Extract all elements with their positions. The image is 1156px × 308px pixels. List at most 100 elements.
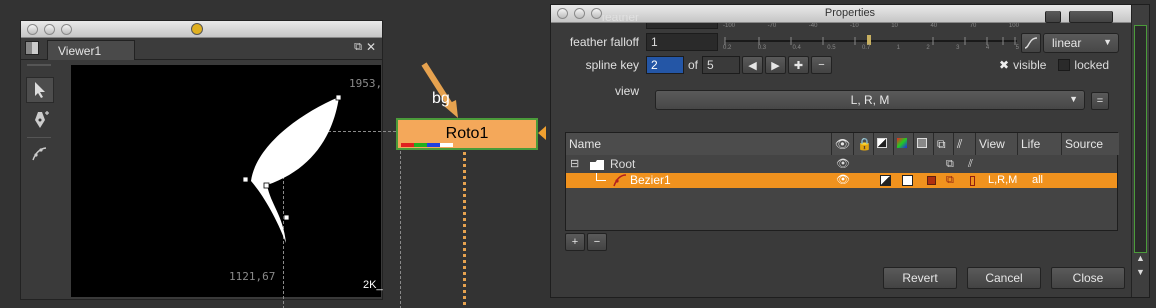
pen-nib-icon — [35, 111, 49, 128]
row-view: L,R,M — [988, 174, 1018, 186]
node-input-label: bg — [432, 90, 450, 107]
tab-viewer1-label: Viewer1 — [58, 44, 102, 58]
next-key-button[interactable]: ▶ — [765, 56, 787, 74]
spline-key-field[interactable]: 2 — [646, 56, 684, 74]
pen-tool-button[interactable] — [26, 107, 54, 133]
column-header-invert[interactable] — [874, 133, 894, 155]
delete-key-icon: − — [818, 59, 825, 71]
cancel-label: Cancel — [985, 271, 1023, 285]
add-shape-button[interactable]: + — [565, 233, 585, 251]
close-button[interactable]: Close — [1051, 267, 1125, 289]
cancel-button[interactable]: Cancel — [967, 267, 1041, 289]
tick-bottom: 3 — [956, 45, 960, 51]
viewer-canvas[interactable]: 1953, 1121,67 2K_ — [71, 65, 401, 308]
prev-key-icon: ◀ — [748, 59, 757, 72]
row-name: Root — [610, 157, 636, 171]
brush-tool-button[interactable] — [26, 141, 54, 167]
radiation-icon — [191, 23, 203, 35]
shapes-table[interactable]: Name 👁 🔒 ⧉ ⫽ View Life Source ⊟ Root 👁 ⧉… — [565, 132, 1119, 231]
feather-falloff-row: feather falloff 1 — [551, 33, 718, 51]
column-header-lock[interactable]: 🔒 — [854, 133, 874, 155]
close-pane-icon[interactable]: ✕ — [366, 40, 376, 54]
tree-collapse-icon[interactable]: ⊟ — [570, 157, 579, 172]
invert-icon — [877, 138, 887, 148]
column-header-source[interactable]: Source — [1062, 133, 1119, 155]
invert-toggle[interactable] — [880, 175, 891, 186]
scroll-down-icon[interactable]: ▼ — [1136, 267, 1145, 277]
motion-blur-icon[interactable]: ⫽ — [968, 157, 973, 172]
close-window-button[interactable] — [27, 24, 38, 35]
column-header-motionblur[interactable]: ⫽ — [954, 133, 976, 155]
tick-bottom: 1 — [896, 45, 901, 51]
column-header-life[interactable]: Life — [1018, 133, 1062, 155]
viewer-toolbar — [21, 61, 57, 299]
tick-bottom: 0.4 — [792, 45, 801, 51]
tick-bottom: 2 — [926, 45, 930, 51]
content-menu-icon[interactable] — [25, 41, 39, 55]
column-header-overlay[interactable] — [914, 133, 934, 155]
viewer-titlebar — [21, 21, 382, 38]
folder-icon — [590, 160, 604, 170]
blend-icon[interactable]: ⧉ — [946, 157, 954, 172]
column-header-name[interactable]: Name — [566, 133, 832, 155]
column-header-view[interactable]: View — [976, 133, 1018, 155]
color-swatch[interactable] — [902, 175, 913, 186]
bezier-icon — [613, 174, 627, 187]
row-life: all — [1032, 174, 1044, 186]
falloff-type-value: linear — [1052, 36, 1082, 50]
falloff-type-dropdown[interactable]: linear ▼ — [1043, 33, 1119, 53]
spline-key-label: spline key — [585, 58, 639, 72]
blend-icon[interactable]: ⧉ — [946, 173, 954, 188]
column-source-label: Source — [1065, 137, 1104, 151]
add-key-button[interactable]: ✚ — [788, 56, 810, 74]
properties-scrollbar[interactable]: ▲ ▼ — [1131, 5, 1149, 297]
feather-falloff-field[interactable]: 1 — [646, 33, 718, 51]
tab-viewer1[interactable]: Viewer1 — [47, 40, 135, 60]
table-row[interactable]: ⊟ Root 👁 ⧉ ⫽ — [566, 157, 1117, 172]
delete-key-button[interactable]: − — [811, 56, 833, 74]
eye-icon: 👁 — [835, 137, 851, 151]
column-header-color[interactable] — [894, 133, 914, 155]
equals-label: = — [1096, 95, 1104, 107]
view-dropdown[interactable]: L, R, M ▼ — [655, 90, 1085, 110]
column-life-label: Life — [1021, 137, 1041, 151]
overlay-icon — [917, 138, 927, 148]
spline-key-value: 2 — [651, 58, 658, 72]
bezier-shape[interactable] — [71, 65, 381, 297]
remove-shape-button[interactable]: − — [587, 233, 607, 251]
slider-ticks-top: -100 -70 -40 -10 10 40 70 100 — [723, 23, 1019, 31]
of-label: of — [688, 58, 699, 72]
spline-key-total-field: 5 — [702, 56, 741, 74]
roto1-node[interactable]: Roto1 — [396, 118, 538, 150]
output-wire — [463, 152, 466, 308]
mode-dropdown[interactable] — [1069, 11, 1113, 23]
column-header-visible[interactable]: 👁 — [832, 133, 854, 155]
motion-blur-icon: ⫽ — [957, 137, 963, 151]
select-tool-button[interactable] — [26, 77, 54, 103]
column-header-blend[interactable]: ⧉ — [934, 133, 954, 155]
mask-input-arrow[interactable] — [538, 126, 546, 140]
prev-key-button[interactable]: ◀ — [742, 56, 764, 74]
scrollbar-track[interactable] — [1134, 25, 1147, 253]
tick-top: -100 — [723, 23, 736, 29]
tick-top: -40 — [808, 23, 818, 29]
roto1-node-label: Roto1 — [445, 125, 489, 142]
minimize-window-button[interactable] — [44, 24, 55, 35]
properties-window: Properties feather feather falloff 1 -10… — [550, 4, 1150, 298]
zoom-window-button[interactable] — [61, 24, 72, 35]
locked-checkbox[interactable] — [1058, 59, 1071, 71]
view-equals-button[interactable]: = — [1091, 92, 1109, 110]
eye-icon[interactable]: 👁 — [836, 157, 850, 172]
overlay-swatch[interactable] — [927, 176, 936, 185]
motion-blur-toggle[interactable] — [970, 176, 975, 186]
scroll-up-icon[interactable]: ▲ — [1136, 253, 1145, 263]
curve-editor-button[interactable] — [1021, 33, 1041, 53]
animation-menu-button[interactable] — [1045, 11, 1061, 23]
revert-button[interactable]: Revert — [883, 267, 957, 289]
tick-bottom: 0.2 — [723, 45, 732, 51]
visible-checkbox[interactable]: ✖ — [999, 58, 1009, 72]
eye-icon[interactable]: 👁 — [836, 173, 850, 188]
table-row[interactable]: Bezier1 👁 ⧉ L,R,M all — [566, 173, 1117, 188]
float-pane-icon[interactable]: ⧉ — [354, 41, 362, 54]
feather-field[interactable] — [646, 23, 718, 29]
